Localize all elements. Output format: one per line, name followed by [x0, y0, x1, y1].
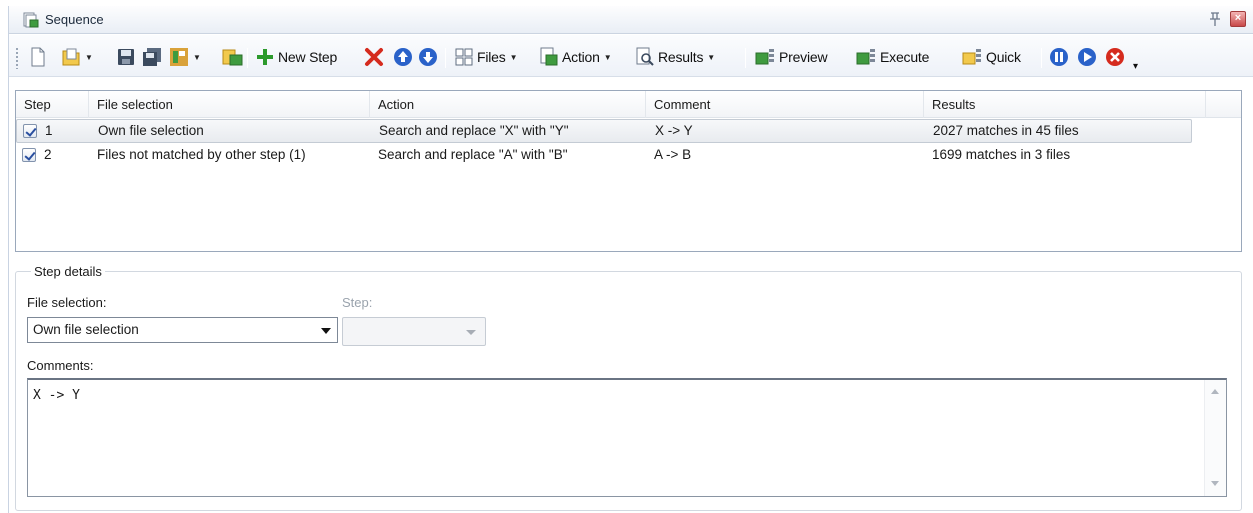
comments-text: X -> Y [33, 388, 80, 403]
save-all-button[interactable] [142, 46, 162, 68]
column-header-comment[interactable]: Comment [646, 91, 924, 118]
column-header-action[interactable]: Action [370, 91, 646, 118]
toolbar-separator [1041, 48, 1042, 68]
step-number: 1 [45, 123, 53, 138]
results-menu-button[interactable]: Results ▼ [635, 46, 715, 68]
library-icon [222, 49, 243, 66]
open-button[interactable]: ▼ [61, 46, 93, 68]
step-dropdown [342, 317, 486, 346]
resume-button[interactable] [1077, 46, 1097, 68]
execute-label: Execute [880, 49, 930, 65]
stop-icon [1106, 48, 1124, 66]
preview-label: Preview [779, 49, 828, 65]
toolbar-grip[interactable] [15, 47, 19, 69]
pause-button[interactable] [1049, 46, 1069, 68]
table-row[interactable]: 1 Own file selection Search and replace … [16, 119, 1192, 143]
toolbar: ▼ ▼ New Step Files ▼ Action ▼ Results ▼ … [9, 35, 1253, 77]
library-button[interactable] [222, 46, 244, 68]
comment-cell: X -> Y [655, 123, 693, 138]
action-cell: Search and replace "A" with "B" [378, 147, 568, 162]
execute-icon [856, 49, 875, 65]
scroll-down-icon[interactable] [1211, 481, 1219, 486]
window-title: Sequence [45, 12, 104, 27]
column-header-file-selection[interactable]: File selection [89, 91, 370, 118]
arrow-up-icon [394, 48, 412, 66]
sequence-icon [23, 12, 39, 28]
results-cell: 2027 matches in 45 files [933, 123, 1079, 138]
save-button[interactable] [117, 46, 135, 68]
column-header-results[interactable]: Results [924, 91, 1206, 118]
file-selection-cell: Files not matched by other step (1) [97, 147, 306, 162]
execute-button[interactable]: Execute [855, 46, 929, 68]
files-icon [455, 48, 473, 66]
file-selection-cell: Own file selection [98, 123, 204, 138]
results-icon [636, 47, 654, 66]
save-icon [118, 49, 134, 65]
pin-icon[interactable] [1206, 10, 1224, 28]
chevron-down-icon [466, 330, 476, 335]
preview-icon [755, 49, 774, 65]
comments-scrollbar[interactable] [1204, 380, 1226, 496]
results-cell: 1699 matches in 3 files [932, 147, 1071, 162]
step-enabled-checkbox[interactable] [22, 148, 36, 162]
preview-button[interactable]: Preview [754, 46, 828, 68]
step-enabled-checkbox[interactable] [23, 124, 37, 138]
step-details-legend: Step details [31, 264, 105, 279]
move-up-button[interactable] [393, 46, 413, 68]
comments-label: Comments: [27, 358, 94, 373]
chevron-down-icon [321, 328, 331, 334]
stop-button[interactable] [1105, 46, 1125, 68]
delete-x-icon [365, 48, 383, 66]
sequence-window: Sequence × ▼ ▼ New Step Files ▼ Action ▼… [8, 6, 1253, 513]
step-number: 2 [44, 147, 52, 162]
action-menu-button[interactable]: Action ▼ [539, 46, 612, 68]
comments-textarea[interactable]: X -> Y [27, 378, 1227, 497]
favorites-button[interactable]: ▼ [169, 46, 201, 68]
files-label: Files [477, 49, 506, 65]
action-icon [540, 47, 558, 66]
toolbar-separator [247, 48, 248, 68]
close-window-button[interactable]: × [1230, 11, 1246, 27]
step-label: Step: [342, 295, 373, 310]
delete-step-button[interactable] [364, 46, 384, 68]
toolbar-overflow-button[interactable]: ▾ [1133, 55, 1138, 77]
comment-cell: A -> B [654, 147, 692, 162]
steps-table: Step File selection Action Comment Resul… [15, 90, 1242, 252]
quick-icon [962, 49, 981, 65]
open-folder-icon [62, 48, 80, 66]
table-row[interactable]: 2 Files not matched by other step (1) Se… [16, 144, 1192, 168]
action-label: Action [562, 49, 600, 65]
results-label: Results [658, 49, 704, 65]
new-step-button[interactable]: New Step [255, 46, 337, 68]
file-selection-dropdown[interactable]: Own file selection [27, 317, 338, 343]
pause-icon [1050, 48, 1068, 66]
new-sequence-button[interactable] [29, 46, 47, 68]
new-document-icon [31, 47, 45, 67]
toolbar-separator [445, 48, 446, 68]
new-step-label: New Step [278, 49, 338, 65]
toolbar-separator [745, 48, 746, 68]
table-header: Step File selection Action Comment Resul… [16, 91, 1241, 118]
scroll-up-icon[interactable] [1211, 389, 1219, 394]
arrow-down-icon [419, 48, 437, 66]
quick-label: Quick [986, 49, 1021, 65]
move-down-button[interactable] [418, 46, 438, 68]
favorites-icon [170, 48, 188, 66]
file-selection-value: Own file selection [33, 322, 139, 337]
file-selection-label: File selection: [27, 295, 107, 310]
plus-icon [257, 49, 273, 65]
quick-button[interactable]: Quick [961, 46, 1021, 68]
action-cell: Search and replace "X" with "Y" [379, 123, 569, 138]
files-menu-button[interactable]: Files ▼ [454, 46, 517, 68]
column-header-step[interactable]: Step [16, 91, 89, 118]
title-bar: Sequence × [9, 6, 1253, 34]
play-icon [1078, 48, 1096, 66]
save-all-icon [143, 48, 161, 66]
